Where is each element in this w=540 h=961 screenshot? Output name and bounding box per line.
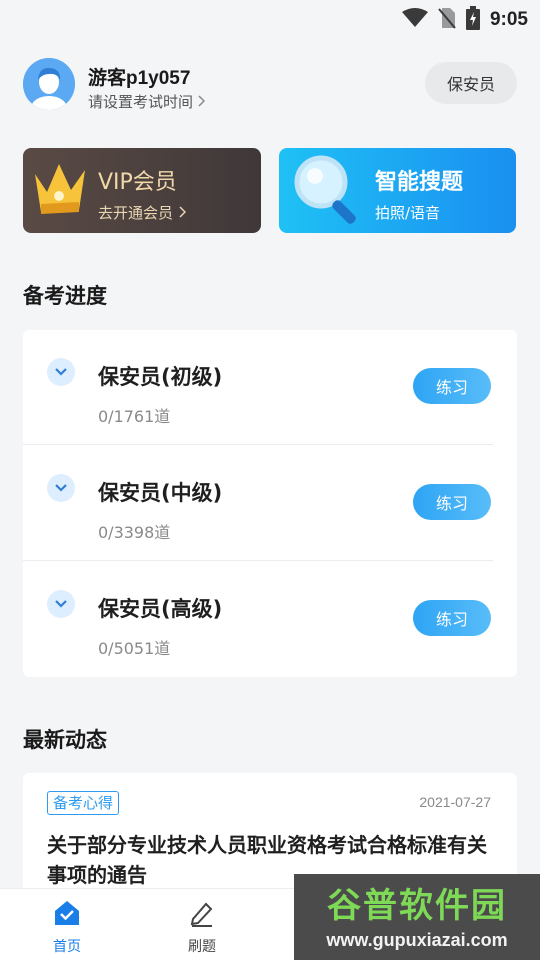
nav-home-label: 首页 [53, 939, 81, 955]
magnifier-icon [287, 152, 367, 232]
job-select-button[interactable]: 保安员 [425, 62, 517, 104]
vip-card[interactable]: VIP会员 去开通会员 [23, 148, 261, 233]
divider [23, 560, 493, 561]
edit-icon [188, 899, 216, 927]
nav-home[interactable]: 首页 [22, 889, 112, 961]
status-bar: 9:05 [0, 0, 540, 36]
no-sim-icon [438, 7, 456, 33]
watermark-title: 谷普软件园 [327, 886, 507, 926]
chevron-down-icon[interactable] [47, 358, 75, 386]
news-date: 2021-07-27 [419, 794, 491, 810]
course-count: 0/3398道 [98, 523, 171, 542]
course-row-senior: 保安员(高级) 0/5051道 练习 [23, 562, 517, 677]
course-name: 保安员(高级) [98, 597, 223, 621]
course-name: 保安员(初级) [98, 365, 223, 389]
smart-search-subtitle: 拍照/语音 [375, 204, 441, 222]
watermark-url: www.gupuxiazai.com [326, 930, 508, 950]
set-exam-time-link[interactable]: 请设置考试时间 [88, 91, 206, 112]
progress-list: 保安员(初级) 0/1761道 练习 保安员(中级) 0/3398道 练习 保安… [23, 330, 517, 677]
user-name: 游客p1y057 [88, 68, 191, 89]
practice-button[interactable]: 练习 [413, 484, 491, 520]
course-count: 0/5051道 [98, 639, 171, 658]
news-tag: 备考心得 [47, 791, 120, 815]
practice-button[interactable]: 练习 [413, 600, 491, 636]
vip-subtitle: 去开通会员 [98, 202, 186, 223]
progress-section-title: 备考进度 [23, 284, 107, 308]
wifi-icon [401, 8, 428, 32]
news-section-title: 最新动态 [23, 728, 107, 752]
home-icon [53, 899, 81, 927]
watermark: 谷普软件园 www.gupuxiazai.com [294, 874, 540, 960]
course-name: 保安员(中级) [98, 481, 223, 505]
practice-button[interactable]: 练习 [413, 368, 491, 404]
smart-search-title: 智能搜题 [375, 170, 464, 195]
course-row-intermediate: 保安员(中级) 0/3398道 练习 [23, 446, 517, 561]
chevron-right-icon [197, 93, 206, 111]
course-count: 0/1761道 [98, 407, 171, 426]
chevron-down-icon[interactable] [47, 590, 75, 618]
battery-charging-icon [465, 6, 480, 34]
avatar[interactable] [23, 58, 75, 110]
chevron-down-icon[interactable] [47, 474, 75, 502]
user-avatar-icon [23, 58, 75, 110]
status-time: 9:05 [489, 9, 528, 30]
nav-practice-label: 刷题 [188, 939, 216, 955]
crown-icon [29, 152, 91, 226]
chevron-right-icon [178, 204, 186, 222]
nav-practice[interactable]: 刷题 [157, 889, 247, 961]
vip-title: VIP会员 [98, 170, 177, 195]
divider [23, 444, 493, 445]
smart-search-card[interactable]: 智能搜题 拍照/语音 [279, 148, 516, 233]
exam-time-label: 请设置考试时间 [88, 93, 194, 111]
course-row-junior: 保安员(初级) 0/1761道 练习 [23, 330, 517, 445]
